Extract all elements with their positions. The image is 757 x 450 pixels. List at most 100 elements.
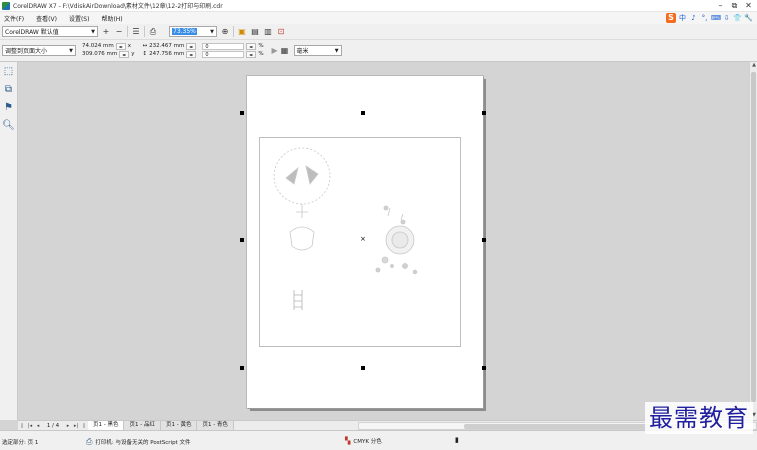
position-fields: 74.024 mm ◂▸ x 309.076 mm ◂▸ y bbox=[82, 43, 134, 59]
toolbox: ⬚ ⧉ ⚑ 🔍︎ bbox=[0, 62, 18, 420]
add-preset-icon[interactable]: + bbox=[101, 27, 111, 37]
print-layout-icon[interactable]: ▤ bbox=[250, 27, 260, 37]
position-y-value[interactable]: 309.076 mm bbox=[82, 51, 117, 58]
close-preview-icon[interactable]: ⊡ bbox=[276, 27, 286, 37]
chevron-down-icon: ▼ bbox=[69, 48, 73, 54]
tab-page-cyan[interactable]: 页1 - 青色 bbox=[197, 421, 234, 430]
print-separations-icon[interactable]: ▥ bbox=[263, 27, 273, 37]
preset-value: CorelDRAW 默认值 bbox=[5, 29, 59, 36]
width-value[interactable]: 232.467 mm bbox=[149, 43, 184, 50]
units-value: 毫米 bbox=[296, 48, 309, 55]
scale-fields: 0 ◂▸ % 0 ◂▸ % bbox=[202, 43, 264, 59]
menu-file[interactable]: 文件(F) bbox=[4, 14, 24, 23]
width-stepper[interactable]: ◂▸ bbox=[186, 43, 197, 50]
print-options-icon[interactable]: ☰ bbox=[131, 27, 141, 37]
next-page-icon[interactable]: ▸ bbox=[64, 423, 72, 429]
scroll-up-arrow-icon[interactable]: ▲ bbox=[750, 62, 757, 70]
printer-icon: ⎙ bbox=[86, 437, 93, 446]
zoom-dropdown[interactable]: 73.35% ▼ bbox=[169, 26, 217, 37]
fit-mode-value: 调整到页面大小 bbox=[5, 48, 48, 55]
zoom-value: 73.35% bbox=[172, 28, 197, 35]
selection-handle[interactable] bbox=[361, 366, 365, 370]
ime-moon-icon[interactable]: ♪ bbox=[689, 14, 698, 23]
window-controls: – ⧉ ✕ bbox=[716, 1, 753, 10]
marks-placement-tool-icon[interactable]: ⚑ bbox=[2, 100, 16, 114]
ime-download-icon[interactable]: ⇩ bbox=[722, 14, 731, 23]
position-x-stepper[interactable]: ◂▸ bbox=[115, 43, 126, 50]
height-stepper[interactable]: ◂▸ bbox=[186, 51, 197, 58]
ime-keyboard-icon[interactable]: ⌨ bbox=[711, 14, 721, 23]
scale-height-field[interactable]: 0 bbox=[202, 51, 245, 58]
selection-handle[interactable] bbox=[240, 238, 244, 242]
printer-status: ⎙ 打印机: 与设备无关的 PostScript 文件 bbox=[86, 437, 190, 447]
previous-page-icon[interactable]: ◂ bbox=[34, 423, 42, 429]
maintain-aspect-icon[interactable]: ▦ bbox=[280, 46, 290, 56]
page-sorter-icon[interactable]: ▯ bbox=[80, 423, 88, 429]
menu-help[interactable]: 帮助(H) bbox=[101, 14, 122, 23]
chevron-down-icon: ▼ bbox=[91, 29, 95, 35]
page-shadow bbox=[483, 79, 486, 411]
window-title: CorelDRAW X7 - F:\VdiskAirDownload\素材文件\… bbox=[13, 3, 223, 10]
zoom-plus-icon[interactable]: ⊕ bbox=[220, 27, 230, 37]
scale-height-stepper[interactable]: ◂▸ bbox=[246, 51, 257, 58]
pick-tool-icon[interactable]: ⬚ bbox=[2, 64, 16, 78]
tab-page-black[interactable]: 页1 - 黑色 bbox=[88, 421, 125, 430]
ime-toolbar: S 中 ♪ °, ⌨ ⇩ 👕 🔧 bbox=[666, 12, 753, 24]
page-layout-icon[interactable]: ▯ bbox=[18, 423, 26, 429]
selection-handle[interactable] bbox=[482, 238, 486, 242]
last-page-icon[interactable]: ▸| bbox=[72, 423, 80, 429]
imposition-layout-tool-icon[interactable]: ⧉ bbox=[2, 82, 16, 96]
restore-button[interactable]: ⧉ bbox=[730, 1, 739, 10]
chevron-down-icon: ▼ bbox=[334, 48, 339, 54]
tab-page-magenta[interactable]: 页1 - 品红 bbox=[124, 421, 161, 430]
ime-settings-icon[interactable]: 🔧 bbox=[744, 14, 753, 23]
size-fields: ↔ 232.467 mm ◂▸ ↕ 247.756 mm ◂▸ bbox=[142, 43, 197, 59]
property-bar: 调整到页面大小 ▼ 74.024 mm ◂▸ x 309.076 mm ◂▸ y… bbox=[0, 40, 757, 62]
units-dropdown[interactable]: 毫米 ▼ bbox=[293, 45, 342, 56]
selection-handle[interactable] bbox=[361, 111, 365, 115]
position-x-value[interactable]: 74.024 mm bbox=[82, 43, 114, 50]
selection-handle[interactable] bbox=[240, 111, 244, 115]
selection-handle[interactable] bbox=[240, 366, 244, 370]
vertical-scrollbar[interactable]: ▲ ▼ bbox=[749, 62, 757, 420]
y-label: y bbox=[131, 51, 135, 57]
remove-preset-icon[interactable]: − bbox=[114, 27, 124, 37]
divider bbox=[127, 26, 128, 37]
status-bar: 选定部分: 页 1 ⎙ 打印机: 与设备无关的 PostScript 文件 ▚ … bbox=[0, 430, 757, 450]
fit-mode-dropdown[interactable]: 调整到页面大小 ▼ bbox=[2, 45, 76, 56]
sogou-logo-icon[interactable]: S bbox=[666, 13, 676, 23]
minimize-button[interactable]: – bbox=[716, 1, 725, 10]
tab-page-yellow[interactable]: 页1 - 黄色 bbox=[160, 421, 198, 430]
menu-settings[interactable]: 设置(S) bbox=[69, 14, 90, 23]
percent-label: % bbox=[258, 43, 264, 49]
full-screen-preview-icon[interactable]: ▣ bbox=[237, 27, 247, 37]
height-value[interactable]: 247.756 mm bbox=[149, 51, 184, 58]
scale-width-stepper[interactable]: ◂▸ bbox=[246, 43, 257, 50]
selection-handle[interactable] bbox=[482, 111, 486, 115]
preset-dropdown[interactable]: CorelDRAW 默认值 ▼ bbox=[2, 26, 98, 37]
color-separation-icon: ▚ bbox=[345, 437, 351, 445]
close-button[interactable]: ✕ bbox=[744, 1, 753, 10]
vertical-scroll-thumb[interactable] bbox=[751, 72, 756, 402]
chevron-down-icon: ▼ bbox=[210, 29, 214, 35]
document-icon: ▮ bbox=[455, 436, 459, 444]
artwork-illustration bbox=[273, 147, 418, 310]
zoom-tool-icon[interactable]: 🔍︎ bbox=[2, 118, 16, 132]
page-counter: 1 / 4 bbox=[46, 422, 60, 429]
print-icon[interactable]: ⎙ bbox=[148, 27, 158, 37]
ime-chinese-mode[interactable]: 中 bbox=[678, 14, 687, 23]
ime-punctuation-icon[interactable]: °, bbox=[700, 14, 709, 23]
selection-handle[interactable] bbox=[482, 366, 486, 370]
position-y-stepper[interactable]: ◂▸ bbox=[119, 51, 130, 58]
height-icon: ↕ bbox=[142, 51, 148, 57]
color-mode-text: CMYK 分色 bbox=[353, 439, 382, 445]
print-preview-workspace: × bbox=[18, 62, 749, 420]
coreldraw-app-icon bbox=[2, 1, 10, 10]
play-icon[interactable]: ▶ bbox=[270, 46, 280, 56]
menu-view[interactable]: 查看(V) bbox=[36, 14, 57, 23]
x-label: x bbox=[127, 43, 131, 49]
selection-center-marker[interactable]: × bbox=[360, 236, 366, 243]
ime-skin-icon[interactable]: 👕 bbox=[733, 14, 742, 23]
first-page-icon[interactable]: |◂ bbox=[26, 423, 34, 429]
scale-width-field[interactable]: 0 bbox=[202, 43, 245, 50]
